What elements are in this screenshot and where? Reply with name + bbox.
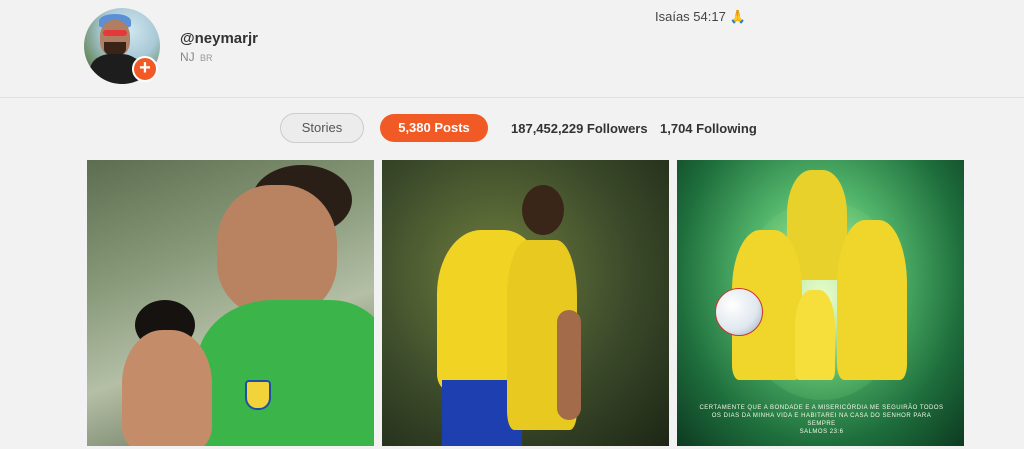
plus-icon[interactable]: +	[132, 56, 158, 82]
display-name-text: NJ	[180, 50, 195, 64]
post3-verse-ref: SALMOS 23:6	[799, 429, 844, 435]
post3-player-small	[795, 290, 835, 380]
following-count[interactable]: 1,704 Following	[660, 121, 757, 136]
post-thumbnail-2[interactable]	[382, 160, 669, 446]
posts-grid: CERTAMENTE QUE A BONDADE E A MISERICÓRDI…	[87, 160, 964, 449]
profile-username: @neymarjr	[180, 30, 258, 47]
profile-display-name: NJ BR	[180, 50, 213, 64]
post3-overlay-text: CERTAMENTE QUE A BONDADE E A MISERICÓRDI…	[699, 404, 944, 436]
posts-button[interactable]: 5,380 Posts	[380, 114, 488, 142]
post1-green-jacket	[197, 300, 374, 446]
avatar-glasses	[103, 30, 127, 36]
profile-stats-bar: Stories 5,380 Posts 187,452,229 Follower…	[0, 98, 1024, 158]
followers-count[interactable]: 187,452,229 Followers	[511, 121, 648, 136]
post2-player-head	[522, 185, 564, 235]
post1-face	[217, 185, 337, 315]
post-thumbnail-1[interactable]	[87, 160, 374, 446]
praying-hands-icon: 🙏	[729, 9, 746, 24]
profile-header: + @neymarjr NJ BR Isaías 54:17 🙏	[0, 0, 1024, 98]
soccer-ball-icon	[715, 288, 763, 336]
post3-verse: CERTAMENTE QUE A BONDADE E A MISERICÓRDI…	[699, 405, 944, 427]
post2-player-arm	[557, 310, 581, 420]
post-thumbnail-3[interactable]: CERTAMENTE QUE A BONDADE E A MISERICÓRDI…	[677, 160, 964, 446]
bio-text: Isaías 54:17	[655, 9, 726, 24]
cbf-crest-icon	[245, 380, 271, 410]
country-code: BR	[200, 53, 213, 63]
profile-bio: Isaías 54:17 🙏	[655, 9, 746, 25]
post1-child-face	[122, 330, 212, 446]
stories-button[interactable]: Stories	[280, 113, 364, 143]
post3-player-right	[837, 220, 907, 380]
